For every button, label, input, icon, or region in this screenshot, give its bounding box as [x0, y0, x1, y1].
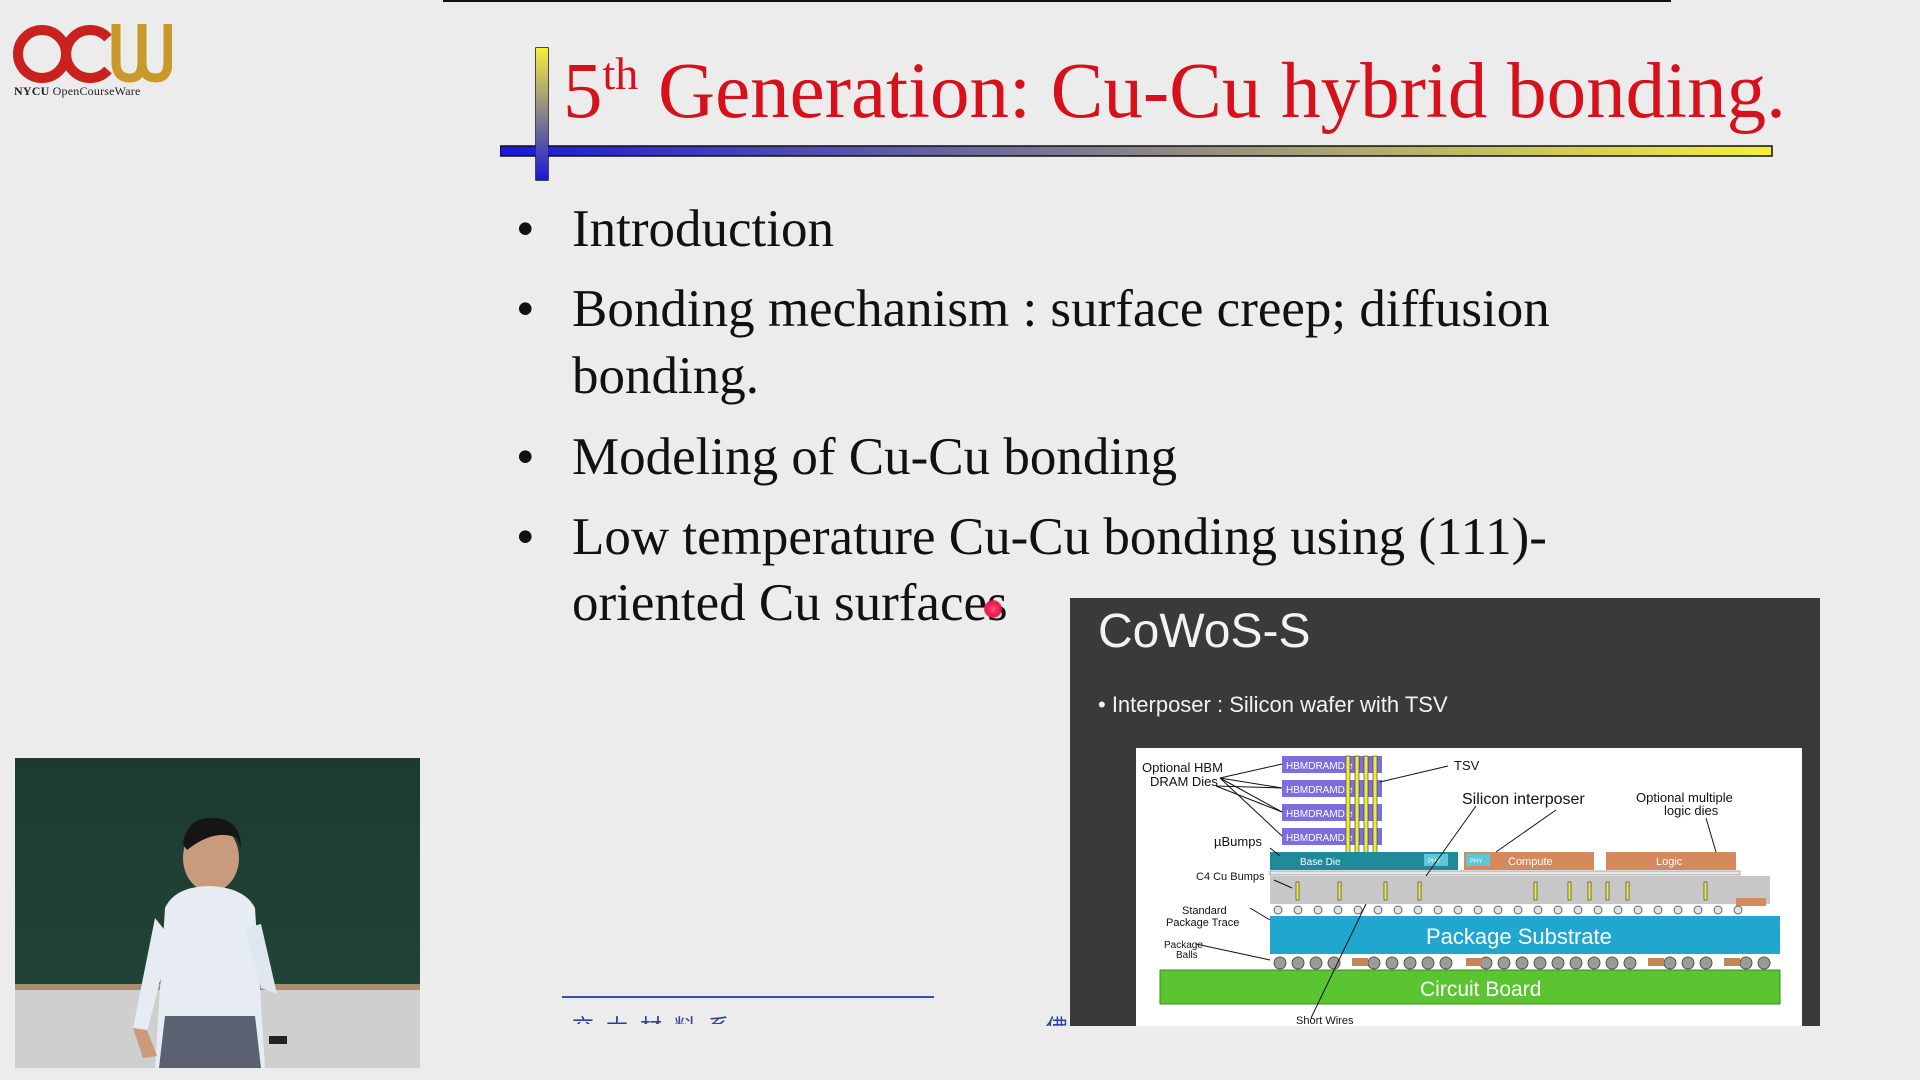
- compute-label: Compute: [1508, 856, 1553, 868]
- hbm-die-label: HBMDRAMDie: [1286, 785, 1353, 796]
- silicon-interposer: [1270, 876, 1770, 904]
- lecturer-video-frame: [15, 758, 420, 1068]
- hbm-die-label: HBMDRAMDie: [1286, 809, 1353, 820]
- bullet-text-continued: oriented Cu surfaces: [572, 574, 1008, 632]
- cowos-title: CoWoS-S: [1098, 605, 1311, 658]
- hbm-die-label: HBMDRAMDie: [1286, 833, 1353, 844]
- slide-title: 5th Generation: Cu-Cu hybrid bonding.: [563, 51, 1786, 132]
- base-die-label: Base Die: [1300, 857, 1341, 868]
- microbumps: [1269, 870, 1741, 876]
- title-superscript: th: [602, 48, 639, 99]
- ocw-logo-graphic: [13, 24, 172, 83]
- bullet-text: Introduction: [572, 200, 834, 258]
- logic-dies-label: logic dies: [1664, 803, 1719, 818]
- cowos-inset-panel: CoWoS-S • Interposer : Silicon wafer wit…: [1070, 598, 1820, 1026]
- logo-caption-bold: NYCU: [14, 84, 50, 98]
- title-text: Generation: Cu-Cu hybrid bonding.: [638, 48, 1786, 135]
- bullet-text: Bonding mechanism : surface creep; diffu…: [572, 280, 1550, 338]
- title-number: 5: [563, 48, 603, 135]
- ubumps-label: µBumps: [1214, 834, 1262, 849]
- standard-label: Standard: [1182, 905, 1227, 917]
- circuit-board-label: Circuit Board: [1420, 978, 1541, 1001]
- bullet-dot-icon: •: [516, 200, 535, 258]
- cowos-cross-section: HBMDRAMDie HBMDRAMDie HBMDRAMDie HBMDRAM…: [1142, 755, 1781, 1026]
- cowos-diagram: HBMDRAMDie HBMDRAMDie HBMDRAMDie HBMDRAM…: [1136, 748, 1802, 1026]
- bullet-text-continued: bonding.: [572, 347, 759, 405]
- balls-label: Balls: [1176, 950, 1198, 961]
- footer-text-cut-2: 佛: [1046, 1010, 1068, 1026]
- top-rule: [443, 0, 1671, 2]
- logo-caption-rest: OpenCourseWare: [49, 84, 141, 98]
- package-trace-label: Package Trace: [1166, 917, 1239, 929]
- bullet-text: Low temperature Cu-Cu bonding using (111…: [572, 508, 1547, 566]
- bullet-text: Modeling of Cu-Cu bonding: [572, 428, 1178, 486]
- footer-text-cut: 交大材料系: [572, 1010, 742, 1024]
- package-balls: [1273, 956, 1771, 970]
- dram-dies-label: DRAM Dies: [1150, 774, 1218, 789]
- webcam-video: [15, 758, 420, 1068]
- short-wires-label: Short Wires: [1296, 1015, 1354, 1026]
- logo-caption: NYCU OpenCourseWare: [14, 84, 140, 99]
- package-substrate-label: Package Substrate: [1426, 924, 1612, 949]
- c4-bumps: [1273, 905, 1743, 915]
- c4-bumps-label: C4 Cu Bumps: [1196, 871, 1265, 883]
- laser-pointer-dot: [984, 600, 1002, 618]
- tsv-label: TSV: [1454, 758, 1480, 773]
- silicon-interposer-label: Silicon interposer: [1462, 791, 1585, 808]
- optional-hbm-label: Optional HBM: [1142, 760, 1223, 775]
- bullet-dot-icon: •: [516, 508, 535, 566]
- phy-label: PHY: [1470, 859, 1482, 865]
- cowos-bullet: • Interposer : Silicon wafer with TSV: [1098, 692, 1448, 717]
- hbm-stack: HBMDRAMDie HBMDRAMDie HBMDRAMDie HBMDRAM…: [1282, 755, 1382, 867]
- bullet-dot-icon: •: [516, 280, 535, 338]
- footer-line: [562, 996, 934, 998]
- logic-label: Logic: [1656, 856, 1683, 868]
- bullet-dot-icon: •: [516, 428, 535, 486]
- hbm-die-label: HBMDRAMDie: [1286, 761, 1353, 772]
